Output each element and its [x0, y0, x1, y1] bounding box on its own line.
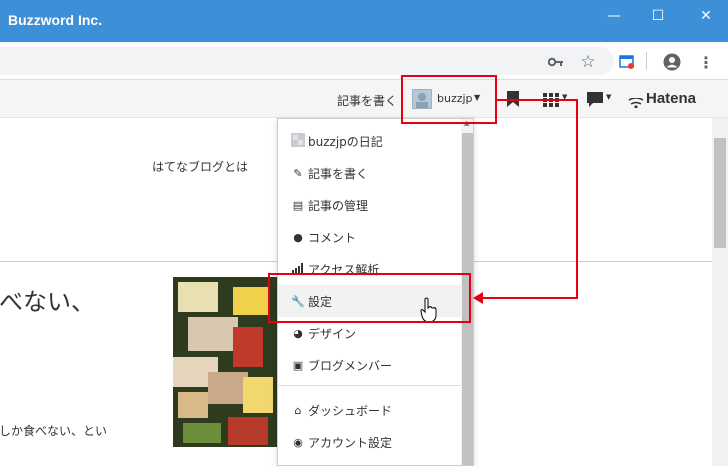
- apps-grid-icon[interactable]: [543, 92, 559, 111]
- about-hatena-blog-link[interactable]: はてなブログとは: [152, 158, 248, 175]
- window-title: Buzzword Inc.: [8, 12, 103, 28]
- menu-item-label: buzzjpの日記: [308, 134, 383, 149]
- article-title[interactable]: べない、: [0, 282, 95, 317]
- menu-item-dashboard[interactable]: ⌂ ダッシュボード: [278, 394, 462, 426]
- user-circle-icon: ◉: [293, 435, 303, 449]
- comment-icon: ●: [293, 230, 303, 244]
- menu-divider: [278, 385, 462, 386]
- key-icon[interactable]: [546, 52, 566, 72]
- menu-item-label: ダッシュボード: [308, 403, 393, 418]
- highlight-box-settings: [268, 273, 471, 323]
- highlight-box-user-menu: [401, 75, 497, 124]
- window-titlebar: Buzzword Inc. — ☐ ✕: [0, 0, 728, 42]
- edit-icon: ✎: [293, 166, 303, 180]
- menu-item-blog-members[interactable]: ▣ ブログメンバー: [278, 349, 462, 381]
- menu-icon[interactable]: ⋮: [696, 52, 716, 72]
- menu-item-label: アカウント設定: [308, 435, 393, 450]
- menu-item-label: 記事を書く: [308, 166, 369, 181]
- arrow-head-icon: [473, 292, 483, 304]
- notification-icon[interactable]: [587, 92, 603, 111]
- menu-item-comments[interactable]: ● コメント: [278, 221, 462, 253]
- star-icon[interactable]: ☆: [578, 52, 598, 72]
- arrow-line-vertical: [576, 99, 578, 299]
- write-article-link[interactable]: 記事を書く: [337, 92, 397, 109]
- maximize-button[interactable]: ☐: [636, 0, 680, 32]
- menu-item-manage-articles[interactable]: ▤ 記事の管理: [278, 189, 462, 221]
- hatena-logo-icon[interactable]: [628, 93, 644, 112]
- address-field[interactable]: [0, 47, 614, 75]
- menu-item-label: コメント: [308, 230, 357, 245]
- page-scrollbar[interactable]: [712, 118, 728, 466]
- menu-item-label: ブログメンバー: [308, 358, 393, 373]
- bookmark-icon[interactable]: [507, 91, 519, 111]
- article-excerpt: しか食べない、とい: [0, 424, 108, 438]
- palette-icon: ◕: [293, 326, 303, 340]
- close-button[interactable]: ✕: [684, 0, 728, 32]
- account-icon[interactable]: [662, 52, 682, 72]
- menu-item-my-blog[interactable]: buzzjpの日記: [278, 125, 462, 157]
- notification-caret-icon[interactable]: ▼: [606, 93, 611, 101]
- home-icon: ⌂: [294, 403, 302, 417]
- hatena-brand[interactable]: Hatena: [646, 90, 696, 107]
- blog-thumbnail-icon: [290, 132, 306, 150]
- menu-item-write-article[interactable]: ✎ 記事を書く: [278, 157, 462, 189]
- arrow-line-top: [497, 99, 578, 101]
- document-icon: ▤: [292, 198, 304, 212]
- article-thumbnail[interactable]: [173, 277, 277, 447]
- arrow-line-bottom: [482, 297, 578, 299]
- page-scrollbar-thumb[interactable]: [714, 138, 726, 248]
- cast-icon[interactable]: [617, 52, 637, 72]
- menu-item-account-settings[interactable]: ◉ アカウント設定: [278, 426, 462, 458]
- browser-toolbar: ☆ ⋮: [0, 42, 728, 80]
- toolbar-separator: [646, 52, 647, 70]
- menu-item-label: 記事の管理: [308, 198, 369, 213]
- hatena-header: 記事を書く buzzjp ▼ ▼ ▼ Hatena: [0, 80, 728, 118]
- menu-item-label: デザイン: [308, 326, 357, 341]
- member-card-icon: ▣: [292, 358, 304, 372]
- minimize-button[interactable]: —: [592, 0, 636, 32]
